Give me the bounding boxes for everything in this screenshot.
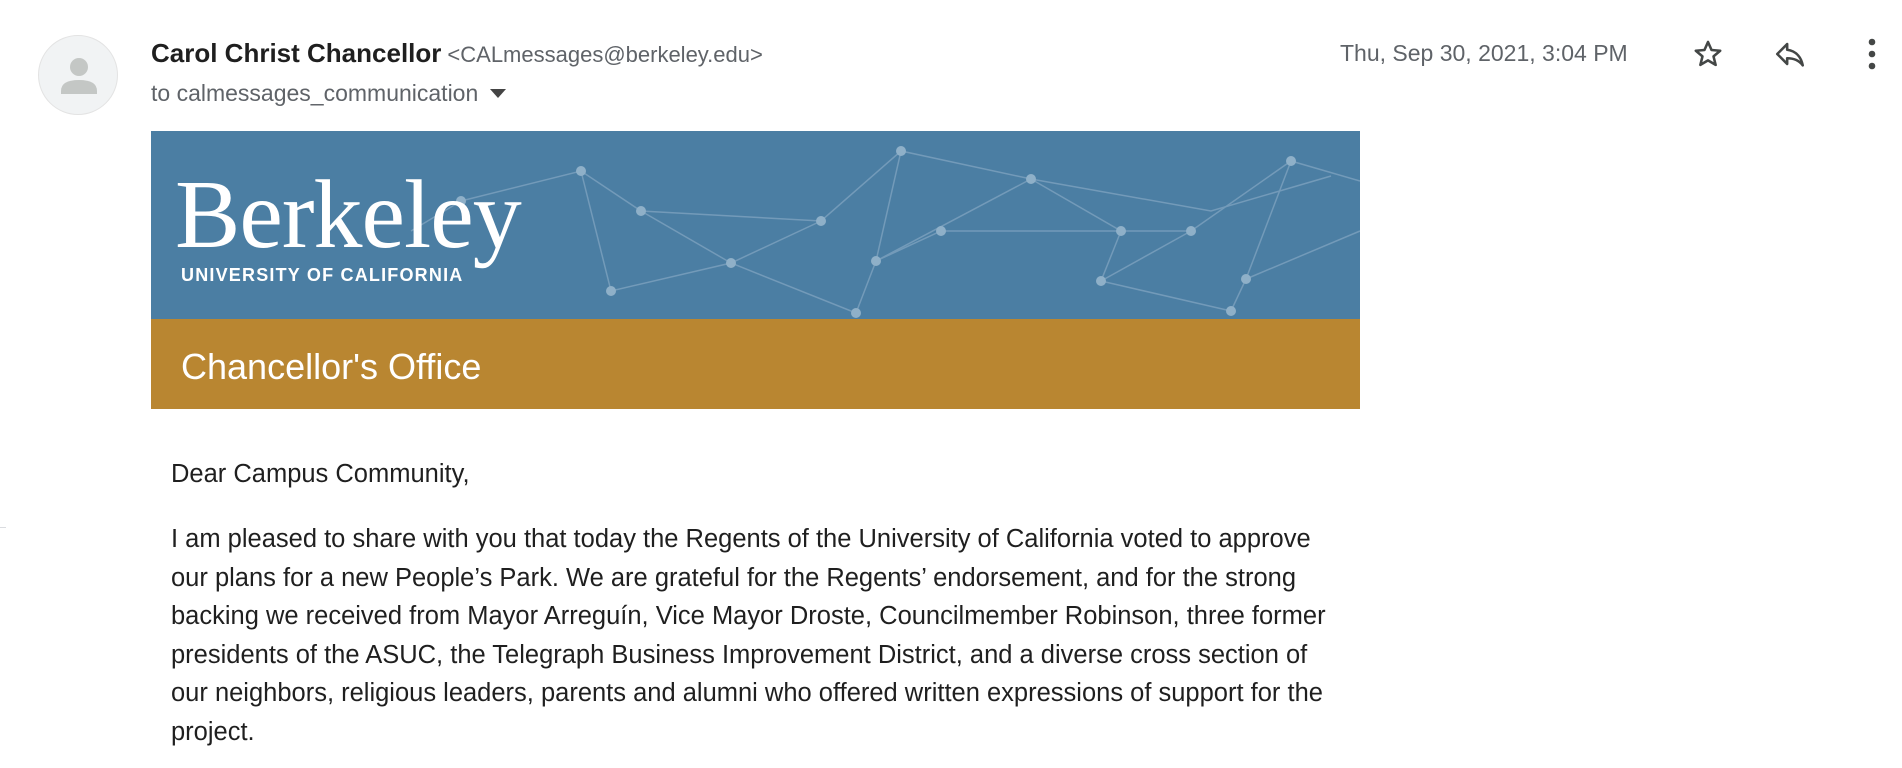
- message-date: Thu, Sep 30, 2021, 3:04 PM: [1340, 40, 1628, 66]
- sender-line: Carol Christ Chancellor <CALmessages@berk…: [151, 38, 763, 69]
- office-title: Chancellor's Office: [181, 346, 482, 387]
- chancellors-office-bar: Chancellor's Office: [151, 319, 1360, 409]
- more-options-button[interactable]: [1852, 34, 1892, 74]
- message-greeting: Dear Campus Community,: [171, 460, 470, 488]
- reply-icon: [1775, 42, 1805, 67]
- recipients-details-toggle[interactable]: to calmessages_communication: [151, 80, 507, 107]
- berkeley-logo-wordmark: Berkeley: [175, 161, 522, 269]
- sender-email: <CALmessages@berkeley.edu>: [447, 42, 763, 67]
- sender-avatar[interactable]: [38, 35, 118, 115]
- star-button[interactable]: [1688, 34, 1728, 74]
- chevron-down-icon[interactable]: [490, 89, 507, 98]
- star-icon: [1694, 40, 1722, 67]
- message-paragraph: I am pleased to share with you that toda…: [171, 525, 1326, 746]
- default-person-avatar-icon: [61, 58, 97, 94]
- reply-button[interactable]: [1770, 34, 1810, 74]
- berkeley-logo-subtitle: UNIVERSITY OF CALIFORNIA: [181, 265, 464, 285]
- sender-name[interactable]: Carol Christ Chancellor: [151, 38, 441, 68]
- berkeley-banner: Berkeley UNIVERSITY OF CALIFORNIA: [151, 131, 1360, 319]
- recipients-label: to calmessages_communication: [151, 80, 479, 106]
- edge-divider: [0, 527, 6, 528]
- more-vert-icon: [1868, 38, 1876, 70]
